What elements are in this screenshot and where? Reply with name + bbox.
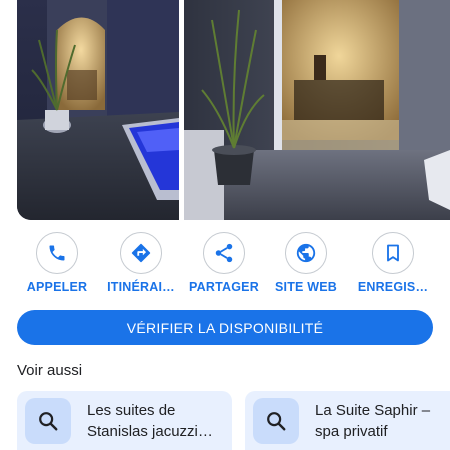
- related-search-line2: spa privatif: [315, 422, 388, 440]
- related-search-text: La Suite Saphir – spa privatif: [315, 400, 430, 442]
- website-action[interactable]: SITE WEB: [261, 232, 351, 294]
- save-action[interactable]: ENREGIS…: [348, 232, 438, 294]
- search-icon: [267, 411, 286, 430]
- check-availability-button[interactable]: VÉRIFIER LA DISPONIBILITÉ: [17, 310, 433, 345]
- search-icon-box: [253, 397, 299, 444]
- call-label: APPELER: [26, 280, 88, 294]
- search-icon-box: [25, 397, 71, 444]
- website-label: SITE WEB: [274, 280, 338, 294]
- bookmark-icon: [387, 244, 399, 262]
- see-also-heading: Voir aussi: [17, 362, 83, 379]
- related-search-line2: Stanislas jacuzzi…: [87, 422, 213, 440]
- directions-button-circle[interactable]: [120, 232, 162, 274]
- call-action[interactable]: APPELER: [12, 232, 102, 294]
- photo-spa-pool[interactable]: [17, 0, 179, 220]
- related-search-card[interactable]: La Suite Saphir – spa privatif: [245, 391, 450, 450]
- call-button-circle[interactable]: [36, 232, 78, 274]
- action-bar: APPELER ITINÉRAI… PARTAGER SITE WEB ENRE…: [0, 232, 450, 302]
- globe-icon: [296, 243, 316, 263]
- save-label: ENREGIS…: [357, 280, 429, 294]
- website-button-circle[interactable]: [285, 232, 327, 274]
- share-label: PARTAGER: [189, 280, 259, 294]
- photo-spa-room[interactable]: [184, 0, 450, 220]
- share-icon: [215, 243, 233, 263]
- share-action[interactable]: PARTAGER: [179, 232, 269, 294]
- save-button-circle[interactable]: [372, 232, 414, 274]
- related-search-card[interactable]: Les suites de Stanislas jacuzzi…: [17, 391, 232, 450]
- photo-gallery[interactable]: [0, 0, 450, 220]
- directions-action[interactable]: ITINÉRAI…: [96, 232, 186, 294]
- related-search-line1: Les suites de: [87, 401, 176, 419]
- share-button-circle[interactable]: [203, 232, 245, 274]
- directions-label: ITINÉRAI…: [107, 280, 175, 294]
- phone-icon: [49, 245, 65, 261]
- related-search-line1: La Suite Saphir –: [315, 401, 431, 419]
- search-icon: [39, 411, 58, 430]
- related-search-text: Les suites de Stanislas jacuzzi…: [87, 400, 213, 442]
- directions-icon: [131, 243, 151, 263]
